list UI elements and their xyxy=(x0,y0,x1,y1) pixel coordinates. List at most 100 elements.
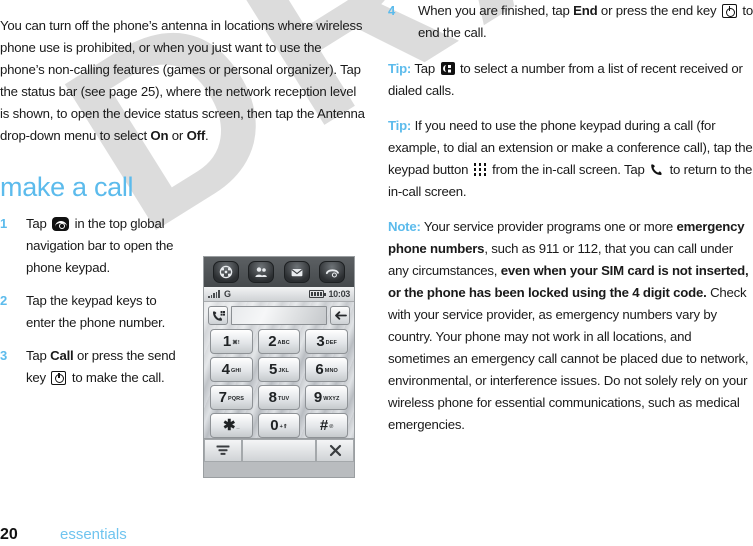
key-5-digit: 5 xyxy=(268,361,278,378)
tip-1-label: Tip: xyxy=(388,61,412,76)
keypad-key-9[interactable]: 9 WXYZ xyxy=(305,385,348,410)
step-3-bold-call: Call xyxy=(50,347,74,363)
page-footer: 20 essentials xyxy=(0,526,127,544)
step-3-text-after: to make the call. xyxy=(68,369,165,385)
end-key-icon xyxy=(721,4,737,18)
intro-bold-off: Off xyxy=(186,128,206,144)
key-star-letters: _ xyxy=(236,424,240,431)
note-block: Note: Your service provider programs one… xyxy=(388,216,753,436)
key-8-digit: 8 xyxy=(268,389,277,406)
step-4: 4 When you are finished, tap End or pres… xyxy=(388,0,753,44)
dial-entry-row xyxy=(204,302,354,327)
keypad-key-0[interactable]: 0 +⇑ xyxy=(257,413,301,438)
key-3-letters: DEF xyxy=(325,340,337,347)
step-4-number: 4 xyxy=(388,3,396,18)
phone-status-bar: G 10:03 xyxy=(204,287,354,302)
phone-handset-icon[interactable] xyxy=(319,261,346,283)
key-7-letters: PQRS xyxy=(228,396,244,403)
note-text-p3: Check with your service provider, as eme… xyxy=(388,285,749,433)
menu-icon[interactable] xyxy=(204,439,242,462)
footer-section-label: essentials xyxy=(60,526,127,543)
send-key-icon xyxy=(51,370,67,385)
keypad-key-6[interactable]: 6 MNO xyxy=(305,357,348,382)
tip-2: Tip: If you need to use the phone keypad… xyxy=(388,115,753,203)
manual-page: DRAFT You can turn off the phone’s anten… xyxy=(0,0,753,546)
keypad-key-1[interactable]: 1 ⌘! xyxy=(210,329,253,354)
phone-keypad-screenshot: G 10:03 1 ⌘! 2 ABC 3 DEF 4 GHI 5 JKL 6 M… xyxy=(203,256,355,478)
clock-label: 10:03 xyxy=(328,289,350,299)
key-star-digit: ✱ xyxy=(222,417,236,434)
key-5-letters: JKL xyxy=(278,368,290,375)
note-label: Note: xyxy=(388,219,421,235)
key-2-letters: ABC xyxy=(277,340,290,347)
dialer-keypad: 1 ⌘! 2 ABC 3 DEF 4 GHI 5 JKL 6 MNO 7 PQRS 8 TUV … xyxy=(204,327,354,438)
signal-bars-icon xyxy=(208,290,220,298)
keypad-grid-icon xyxy=(473,163,487,176)
tip-2-label: Tip: xyxy=(388,118,412,134)
key-0-letters: +⇑ xyxy=(279,424,288,431)
keypad-key-2[interactable]: 2 ABC xyxy=(257,329,301,354)
tip-1: Tip: Tap to select a number from a list … xyxy=(388,58,753,102)
keypad-key-3[interactable]: 3 DEF xyxy=(305,329,348,354)
key-8-letters: TUV xyxy=(278,396,290,403)
key-9-digit: 9 xyxy=(313,389,323,406)
key-6-letters: MNO xyxy=(324,368,338,375)
step-4-text: When you are finished, tap End or press … xyxy=(418,0,753,44)
handset-icon xyxy=(650,163,664,176)
tip-2-text-mid: from the in-call screen. Tap xyxy=(488,162,649,178)
key-9-letters: WXYZ xyxy=(323,396,340,403)
keypad-key-4[interactable]: 4 GHI xyxy=(210,357,253,382)
battery-icon xyxy=(309,290,327,298)
step-3-text: Tap Call or press the send key to make t… xyxy=(26,345,176,389)
keypad-key-hash[interactable]: # ℗ xyxy=(305,413,348,438)
key-4-letters: GHI xyxy=(230,368,242,375)
keypad-key-7[interactable]: 7 PQRS xyxy=(210,385,253,410)
close-icon[interactable] xyxy=(316,439,354,462)
intro-bold-on: On xyxy=(150,128,169,144)
key-7-digit: 7 xyxy=(218,389,227,406)
step-3-number: 3 xyxy=(0,347,8,363)
phone-filled-icon xyxy=(52,216,70,231)
intro-text-part1: You can turn off the phone’s antenna in … xyxy=(0,18,365,144)
step-1-number: 1 xyxy=(0,215,8,231)
phone-global-navigation-bar xyxy=(204,257,354,287)
step-1-text-before: Tap xyxy=(26,215,51,231)
intro-text-end: . xyxy=(205,128,209,144)
key-3-digit: 3 xyxy=(316,333,325,350)
step-2-number: 2 xyxy=(0,292,8,308)
right-column: 4 When you are finished, tap End or pres… xyxy=(388,0,753,448)
messaging-envelope-icon[interactable] xyxy=(283,261,310,283)
tip-1-text-before: Tap xyxy=(411,61,439,76)
intro-paragraph: You can turn off the phone’s antenna in … xyxy=(0,13,378,147)
step-1-text: Tap in the top global navigation bar to … xyxy=(26,213,176,279)
keypad-key-star[interactable]: ✱ _ xyxy=(210,413,253,438)
apps-grid-icon[interactable] xyxy=(212,261,239,283)
phone-number-input[interactable] xyxy=(231,306,327,325)
soft-key-middle[interactable] xyxy=(242,439,316,462)
network-type-label: G xyxy=(223,289,231,299)
key-1-letters: ⌘! xyxy=(232,340,240,347)
recent-calls-icon xyxy=(440,62,455,75)
step-4-text-before: When you are finished, tap xyxy=(418,3,574,18)
key-0-digit: 0 xyxy=(270,417,279,434)
page-number: 20 xyxy=(0,526,18,543)
step-3-text-before: Tap xyxy=(26,347,51,363)
key-hash-letters: ℗ xyxy=(329,424,334,431)
contacts-icon[interactable] xyxy=(248,261,275,283)
backspace-arrow-icon[interactable] xyxy=(330,306,350,325)
keypad-key-5[interactable]: 5 JKL xyxy=(257,357,301,382)
key-hash-digit: # xyxy=(319,417,329,434)
keypad-key-8[interactable]: 8 TUV xyxy=(257,385,301,410)
key-6-digit: 6 xyxy=(315,361,324,378)
step-2-text: Tap the keypad keys to enter the phone n… xyxy=(26,292,166,330)
recent-calls-icon[interactable] xyxy=(208,306,228,325)
section-title-make-a-call: make a call xyxy=(0,172,134,203)
key-4-digit: 4 xyxy=(221,361,230,378)
key-1-digit: 1 xyxy=(222,333,232,350)
phone-dialer-screen: 1 ⌘! 2 ABC 3 DEF 4 GHI 5 JKL 6 MNO 7 PQRS 8 TUV … xyxy=(204,302,354,462)
note-text-p1: Your service provider programs one or mo… xyxy=(420,219,677,235)
step-4-text-mid: or press the end key xyxy=(597,3,720,18)
step-4-bold-end: End xyxy=(573,3,598,18)
key-2-digit: 2 xyxy=(268,333,277,350)
intro-conjunction: or xyxy=(168,128,187,144)
